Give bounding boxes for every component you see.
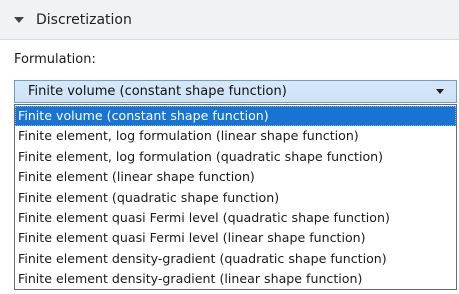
dropdown-option[interactable]: Finite element density-gradient (quadrat… [15, 249, 456, 269]
left-margin [0, 104, 14, 294]
settings-panel: Discretization Formulation: Finite volum… [0, 0, 459, 294]
dropdown-option[interactable]: Finite element (linear shape function) [15, 167, 456, 187]
dropdown-option[interactable]: Finite element quasi Fermi level (quadra… [15, 208, 456, 228]
dropdown-option[interactable]: Finite element, log formulation (quadrat… [15, 147, 456, 167]
dropdown-option[interactable]: Finite element density-gradient (linear … [15, 269, 456, 289]
section-title: Discretization [36, 11, 132, 28]
discretization-section-header[interactable]: Discretization [0, 0, 459, 40]
formulation-label: Formulation: [14, 52, 96, 67]
collapse-triangle-icon[interactable] [14, 16, 24, 23]
formulation-selected-value: Finite volume (constant shape function) [28, 84, 287, 99]
formulation-dropdown-list[interactable]: Finite volume (constant shape function) … [14, 104, 457, 290]
dropdown-option[interactable]: Finite volume (constant shape function) [15, 106, 456, 127]
formulation-combobox[interactable]: Finite volume (constant shape function) [14, 80, 457, 103]
dropdown-option[interactable]: Finite element quasi Fermi level (linear… [15, 228, 456, 248]
dropdown-option[interactable]: Finite element (quadratic shape function… [15, 188, 456, 208]
dropdown-option[interactable]: Finite element, log formulation (linear … [15, 126, 456, 146]
dropdown-arrow-icon[interactable] [436, 89, 444, 94]
